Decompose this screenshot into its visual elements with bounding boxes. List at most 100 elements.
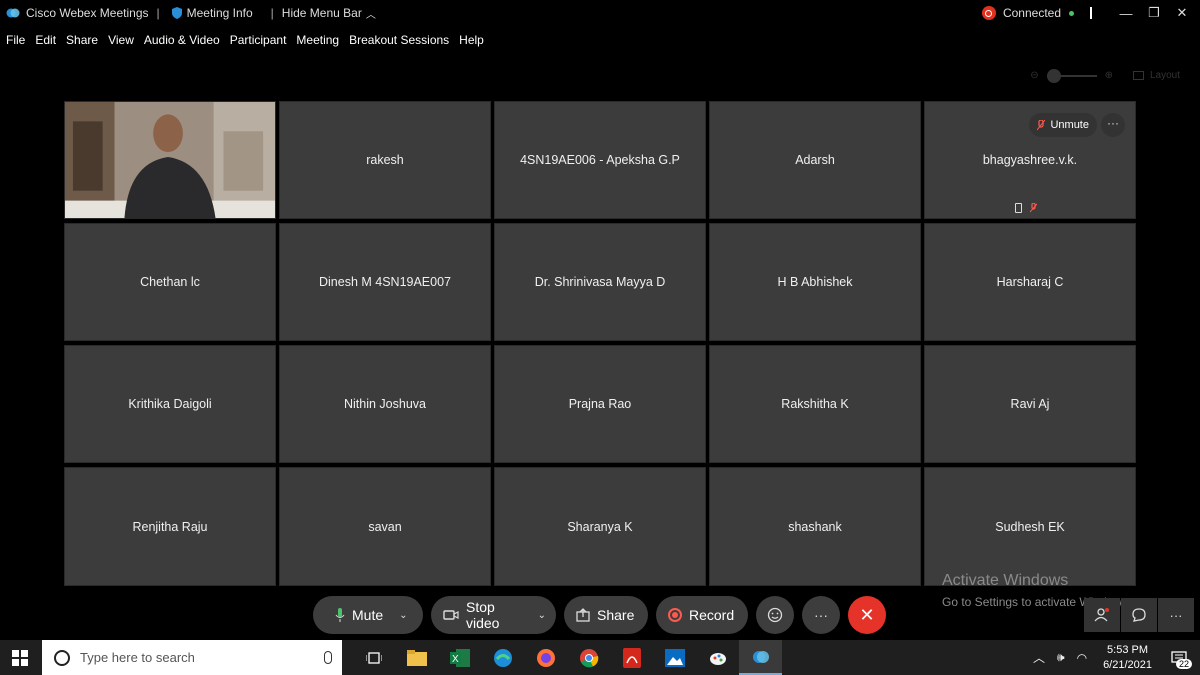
mute-label: Mute	[352, 607, 384, 623]
participant-tile[interactable]: Sudhesh EK	[924, 467, 1136, 586]
photos-icon[interactable]	[653, 640, 696, 675]
chevron-up-icon: ︿	[365, 9, 376, 21]
layout-controls: ⊖ ⊕ Layout	[1030, 68, 1180, 83]
participant-tile[interactable]: Chethan lc	[64, 223, 276, 341]
participant-tile[interactable]: savan	[279, 467, 491, 586]
participant-tile[interactable]: Rakshitha K	[709, 345, 921, 463]
participant-name: Renjitha Raju	[132, 519, 208, 534]
menu-audio-video[interactable]: Audio & Video	[144, 33, 220, 47]
windows-start-icon[interactable]	[0, 640, 40, 675]
panel-more-button[interactable]: ···	[1158, 598, 1194, 632]
reactions-button[interactable]	[756, 596, 794, 634]
menu-view[interactable]: View	[108, 33, 134, 47]
meeting-info-button[interactable]: Meeting Info	[168, 6, 253, 20]
self-video-tile[interactable]	[64, 101, 276, 219]
participant-tile[interactable]: Renjitha Raju	[64, 467, 276, 586]
record-button[interactable]: Record	[656, 596, 748, 634]
zoom-in-icon[interactable]: ⊕	[1105, 70, 1113, 81]
participant-name: Prajna Rao	[568, 397, 632, 411]
clock-time: 5:53 PM	[1107, 643, 1149, 656]
menu-breakout-sessions[interactable]: Breakout Sessions	[349, 33, 449, 47]
participant-tile[interactable]: Dinesh M 4SN19AE007	[279, 223, 491, 341]
participant-name: Dinesh M 4SN19AE007	[318, 275, 452, 289]
chevron-down-icon[interactable]: ⌄	[399, 610, 407, 621]
notification-count: 22	[1175, 659, 1192, 669]
excel-icon[interactable]: X	[438, 640, 481, 675]
stop-video-label: Stop video	[466, 599, 500, 631]
menu-meeting[interactable]: Meeting	[296, 33, 339, 47]
zoom-out-icon[interactable]: ⊖	[1030, 70, 1038, 81]
record-icon	[668, 608, 682, 622]
participant-tile[interactable]: Adarsh	[709, 101, 921, 219]
participant-tile[interactable]: Harsharaj C	[924, 223, 1136, 341]
participants-panel-button[interactable]	[1084, 598, 1120, 632]
cortana-icon	[54, 649, 70, 666]
participant-tile[interactable]: H B Abhishek	[709, 223, 921, 341]
chat-icon	[1132, 608, 1146, 622]
participant-tile[interactable]: Sharanya K	[494, 467, 706, 586]
participant-tile[interactable]: shashank	[709, 467, 921, 586]
mute-button[interactable]: Mute ⌄	[313, 596, 423, 634]
participant-tile[interactable]: Prajna Rao	[494, 345, 706, 463]
edge-icon[interactable]	[481, 640, 524, 675]
hide-menu-label: Hide Menu Bar	[281, 6, 362, 20]
share-button[interactable]: Share	[564, 596, 648, 634]
participant-tile[interactable]: Nithin Joshuva	[279, 345, 491, 463]
hide-menu-bar-button[interactable]: | Hide Menu Bar ︿	[263, 6, 376, 21]
participant-tile[interactable]: rakesh	[279, 101, 491, 219]
minimize-icon[interactable]: —	[1112, 6, 1140, 21]
menu-edit[interactable]: Edit	[35, 33, 56, 47]
mic-icon	[335, 607, 345, 623]
microphone-icon[interactable]	[324, 651, 332, 664]
participant-tile-active[interactable]: bhagyashree.v.k. Unmute ···	[924, 101, 1136, 219]
menu-help[interactable]: Help	[459, 33, 484, 47]
participant-name: H B Abhishek	[777, 275, 853, 289]
meeting-info-label: Meeting Info	[186, 6, 253, 20]
participant-name: 4SN19AE006 - Apeksha G.P	[520, 153, 680, 167]
participant-tile[interactable]: Dr. Shrinivasa Mayya D	[494, 223, 706, 341]
muted-mic-icon	[1030, 203, 1037, 213]
tile-more-button[interactable]: ···	[1101, 113, 1125, 137]
taskbar-apps: X	[352, 640, 782, 675]
participant-tile[interactable]: Ravi Aj	[924, 345, 1136, 463]
action-center-button[interactable]: 22	[1164, 640, 1194, 675]
chat-panel-button[interactable]	[1121, 598, 1157, 632]
wifi-icon[interactable]: ◠	[1077, 651, 1087, 665]
task-view-icon[interactable]	[352, 640, 395, 675]
zoom-slider-knob[interactable]	[1046, 68, 1061, 83]
layout-button[interactable]: Layout	[1132, 70, 1180, 81]
windows-taskbar: Type here to search X ︿ 🕪 ◠ 5:53 PM 6/21…	[0, 640, 1200, 675]
menu-participant[interactable]: Participant	[230, 33, 287, 47]
chrome-icon[interactable]	[567, 640, 610, 675]
volume-icon[interactable]: 🕪	[1057, 650, 1065, 665]
participant-tile[interactable]: Krithika Daigoli	[64, 345, 276, 463]
participant-name: Chethan lc	[140, 275, 200, 289]
chevron-up-icon[interactable]: ︿	[1033, 649, 1045, 666]
participant-name: savan	[368, 519, 402, 534]
end-meeting-button[interactable]: ✕	[848, 596, 886, 634]
file-explorer-icon[interactable]	[395, 640, 438, 675]
close-icon[interactable]: ✕	[1168, 5, 1196, 21]
menu-file[interactable]: File	[6, 33, 25, 47]
participant-tile[interactable]: 4SN19AE006 - Apeksha G.P	[494, 101, 706, 219]
participant-name: Adarsh	[795, 153, 835, 167]
chevron-down-icon[interactable]: ⌄	[538, 610, 546, 621]
taskbar-clock[interactable]: 5:53 PM 6/21/2021	[1103, 643, 1152, 673]
more-options-button[interactable]: ···	[802, 596, 840, 634]
menu-share[interactable]: Share	[66, 33, 98, 47]
stop-video-button[interactable]: Stop video ⌄	[431, 596, 556, 634]
acrobat-icon[interactable]	[610, 640, 653, 675]
self-video-feed	[65, 102, 275, 218]
restore-icon[interactable]: ❐	[1140, 5, 1168, 21]
paint-icon[interactable]	[696, 640, 739, 675]
participant-status	[1015, 203, 1037, 213]
taskbar-search-box[interactable]: Type here to search	[42, 640, 342, 675]
participant-name: Krithika Daigoli	[128, 397, 212, 411]
participant-name: Ravi Aj	[1010, 397, 1050, 411]
firefox-icon[interactable]	[524, 640, 567, 675]
connection-icon	[981, 6, 996, 20]
webex-taskbar-icon[interactable]	[739, 640, 782, 675]
zoom-slider[interactable]	[1046, 68, 1097, 83]
unmute-button[interactable]: Unmute	[1029, 113, 1097, 137]
title-right: Connected — ❐ ✕	[981, 0, 1200, 26]
